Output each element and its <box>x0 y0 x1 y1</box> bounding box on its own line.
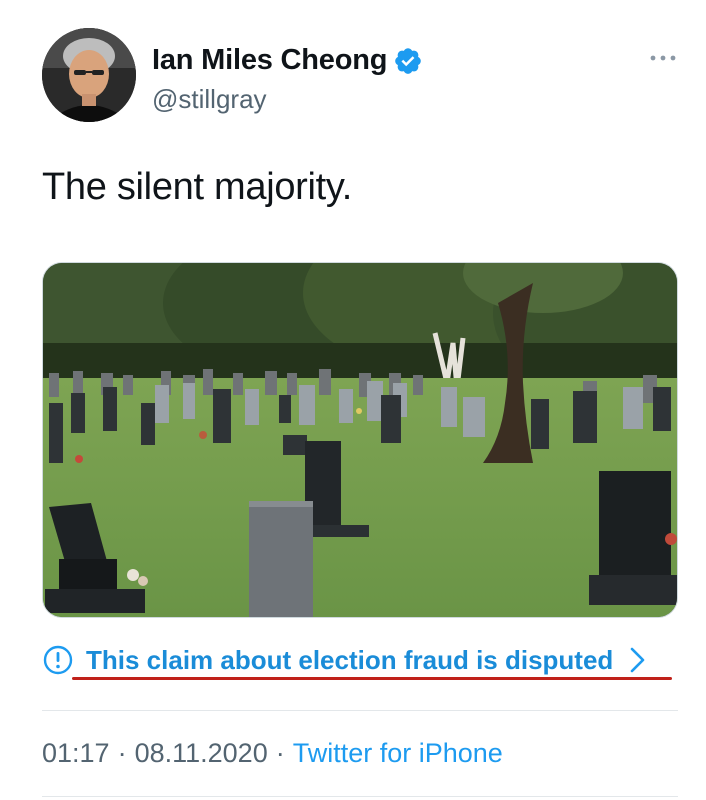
disputed-claim-text[interactable]: This claim about election fraud is dispu… <box>86 645 613 676</box>
avatar[interactable] <box>42 28 136 122</box>
red-underline-annotation <box>72 677 672 680</box>
tweet-text: The silent majority. <box>42 166 353 208</box>
display-name[interactable]: Ian Miles Cheong <box>152 44 387 77</box>
chevron-right-icon <box>631 647 645 673</box>
avatar-photo <box>42 28 136 122</box>
meta-separator: · <box>117 738 127 768</box>
tweet-photo[interactable] <box>42 262 678 618</box>
cemetery-photo <box>43 263 677 617</box>
tweet-metadata: 01:17 · 08.11.2020 · Twitter for iPhone <box>42 738 503 769</box>
divider <box>42 710 678 711</box>
tweet-source-link[interactable]: Twitter for iPhone <box>293 738 503 769</box>
author-handle[interactable]: @stillgray <box>152 84 267 115</box>
disputed-claim-notice[interactable]: This claim about election fraud is dispu… <box>42 644 647 676</box>
tweet-date[interactable]: 08.11.2020 <box>135 738 268 769</box>
more-horizontal-icon[interactable] <box>648 48 678 68</box>
verified-badge-icon <box>395 47 422 74</box>
divider <box>42 796 678 797</box>
info-circle-icon <box>43 645 73 675</box>
meta-separator: · <box>275 738 285 768</box>
author-name-row[interactable]: Ian Miles Cheong <box>152 44 423 77</box>
tweet-time[interactable]: 01:17 <box>42 738 110 769</box>
